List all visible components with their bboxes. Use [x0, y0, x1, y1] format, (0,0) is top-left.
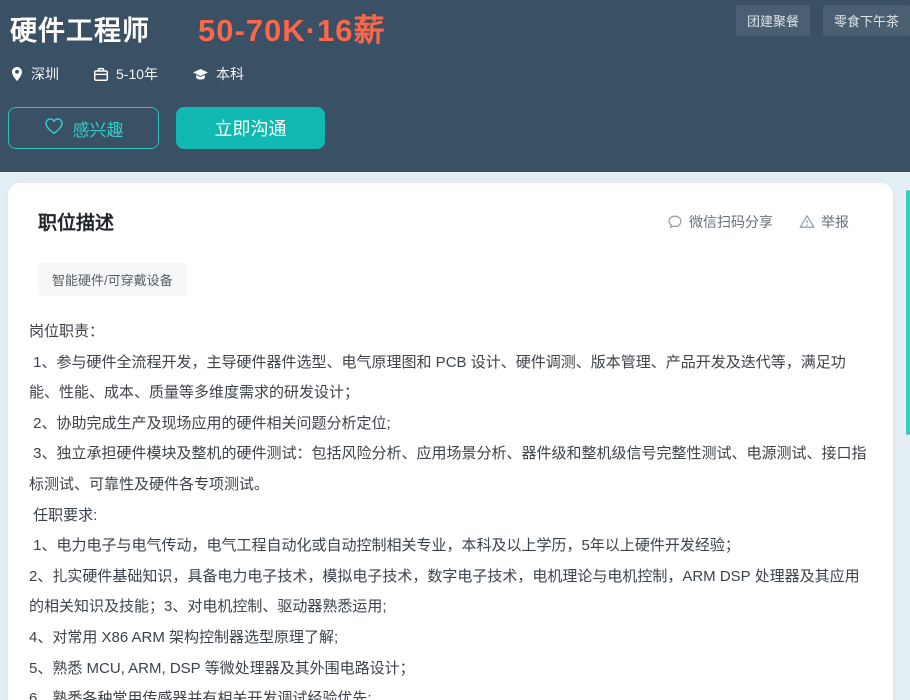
location-pin-icon — [10, 66, 24, 82]
perk-tag-snacks: 零食下午茶 — [823, 5, 910, 36]
perk-tag-team-building: 团建聚餐 — [736, 5, 810, 36]
graduation-cap-icon — [192, 67, 209, 82]
action-buttons: 感兴趣 立即沟通 — [8, 107, 325, 149]
heart-icon — [44, 117, 64, 140]
interested-button[interactable]: 感兴趣 — [8, 107, 159, 149]
scrollbar-thumb[interactable] — [906, 190, 910, 435]
category-tag: 智能硬件/可穿戴设备 — [38, 263, 187, 296]
job-description-text: 岗位职责： 1、参与硬件全流程开发，主导硬件器件选型、电气原理图和 PCB 设计… — [29, 317, 873, 700]
briefcase-icon — [93, 67, 109, 82]
chat-bubble-icon — [667, 214, 683, 230]
report-label: 举报 — [821, 212, 849, 232]
warning-triangle-icon — [799, 214, 815, 229]
job-education-label: 本科 — [216, 64, 244, 84]
report-button[interactable]: 举报 — [799, 212, 849, 232]
section-title: 职位描述 — [38, 208, 114, 235]
card-header-actions: 微信扫码分享 举报 — [667, 212, 849, 232]
wechat-share-button[interactable]: 微信扫码分享 — [667, 212, 773, 232]
wechat-share-label: 微信扫码分享 — [689, 212, 773, 232]
job-location-label: 深圳 — [31, 64, 59, 84]
job-info-row: 深圳 5-10年 本科 — [10, 64, 244, 84]
job-salary: 50-70K·16薪 — [198, 12, 385, 50]
job-location: 深圳 — [10, 64, 59, 84]
perk-tags: 团建聚餐 零食下午茶 — [736, 5, 910, 36]
job-title: 硬件工程师 — [10, 12, 150, 50]
chat-now-button[interactable]: 立即沟通 — [176, 107, 325, 149]
job-education: 本科 — [192, 64, 244, 84]
card-header: 职位描述 微信扫码分享 举报 — [38, 208, 863, 235]
job-experience: 5-10年 — [93, 64, 158, 84]
interested-button-label: 感兴趣 — [73, 116, 124, 141]
job-description-card: 职位描述 微信扫码分享 举报 智能硬件/可穿戴设备 岗位职责： 1、参与硬件全流… — [8, 183, 893, 700]
job-experience-label: 5-10年 — [116, 64, 158, 84]
job-header: 硬件工程师 50-70K·16薪 团建聚餐 零食下午茶 深圳 5-10年 本科 — [0, 0, 910, 172]
